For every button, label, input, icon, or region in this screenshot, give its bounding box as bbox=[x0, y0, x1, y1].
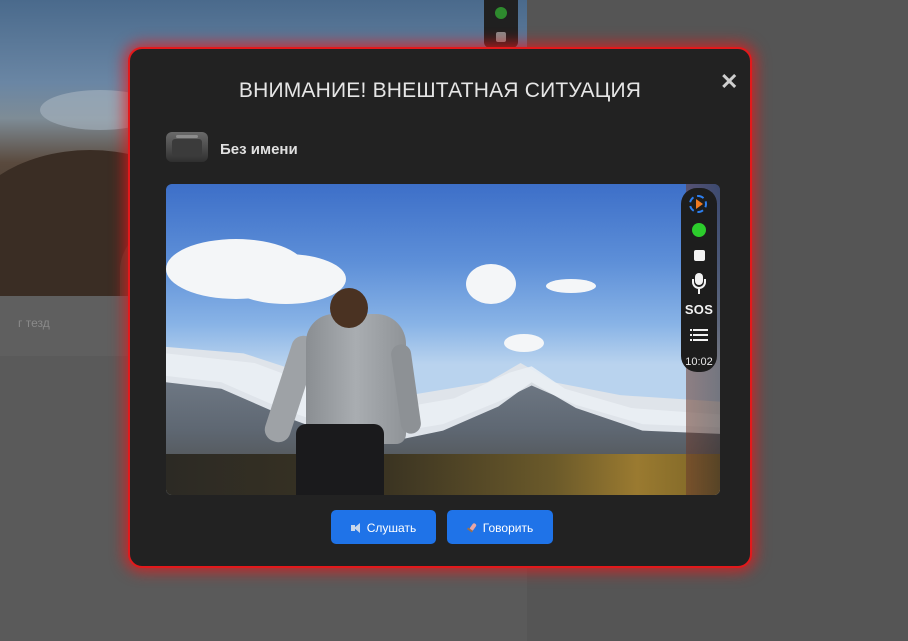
list-icon[interactable] bbox=[681, 328, 717, 342]
background-status-dot bbox=[495, 7, 507, 19]
device-icon bbox=[166, 132, 208, 162]
video-cloud bbox=[466, 264, 516, 304]
sos-button[interactable]: SOS bbox=[681, 302, 717, 318]
status-indicator bbox=[681, 223, 717, 239]
speaker-icon bbox=[350, 522, 361, 533]
list-line bbox=[693, 329, 708, 331]
stop-icon[interactable] bbox=[681, 250, 717, 264]
status-dot bbox=[692, 223, 706, 237]
background-stop-icon bbox=[496, 32, 506, 42]
list-line bbox=[693, 334, 708, 336]
microphone-icon[interactable] bbox=[681, 273, 717, 295]
video-control-bar: SOS 10:02 bbox=[681, 188, 717, 372]
talk-button[interactable]: Говорить bbox=[447, 510, 553, 544]
listen-button-label: Слушать bbox=[366, 520, 417, 535]
listen-button[interactable]: Слушать bbox=[331, 510, 436, 544]
list-bullet bbox=[690, 339, 692, 341]
list-bullet bbox=[690, 334, 692, 336]
modal-title: ВНИМАНИЕ! ВНЕШТАТНАЯ СИТУАЦИЯ bbox=[238, 79, 642, 102]
emergency-modal: ВНИМАНИЕ! ВНЕШТАТНАЯ СИТУАЦИЯ ✕ Без имен… bbox=[128, 47, 752, 568]
device-screen bbox=[172, 139, 202, 156]
mic-holder bbox=[692, 279, 706, 289]
background-caption: г тезд bbox=[18, 316, 50, 330]
list-bullet bbox=[690, 329, 692, 331]
device-antenna bbox=[176, 135, 198, 138]
video-person-head bbox=[330, 288, 368, 328]
video-cloud bbox=[226, 254, 346, 304]
video-person-legs bbox=[296, 424, 384, 495]
background-control-bar bbox=[484, 0, 518, 48]
device-name: Без имени bbox=[220, 141, 298, 158]
video-cloud bbox=[546, 279, 596, 293]
list-line bbox=[693, 339, 708, 341]
video-stream[interactable]: SOS 10:02 bbox=[166, 184, 720, 495]
close-button[interactable]: ✕ bbox=[720, 71, 738, 93]
video-cloud bbox=[504, 334, 544, 352]
mic-stem bbox=[698, 289, 700, 294]
play-triangle bbox=[696, 199, 703, 209]
microphone-icon bbox=[467, 523, 477, 533]
play-circle-icon[interactable] bbox=[681, 194, 717, 216]
stop-square bbox=[693, 250, 705, 261]
stream-time: 10:02 bbox=[685, 356, 713, 368]
talk-button-label: Говорить bbox=[482, 520, 534, 535]
video-grass bbox=[166, 454, 720, 495]
